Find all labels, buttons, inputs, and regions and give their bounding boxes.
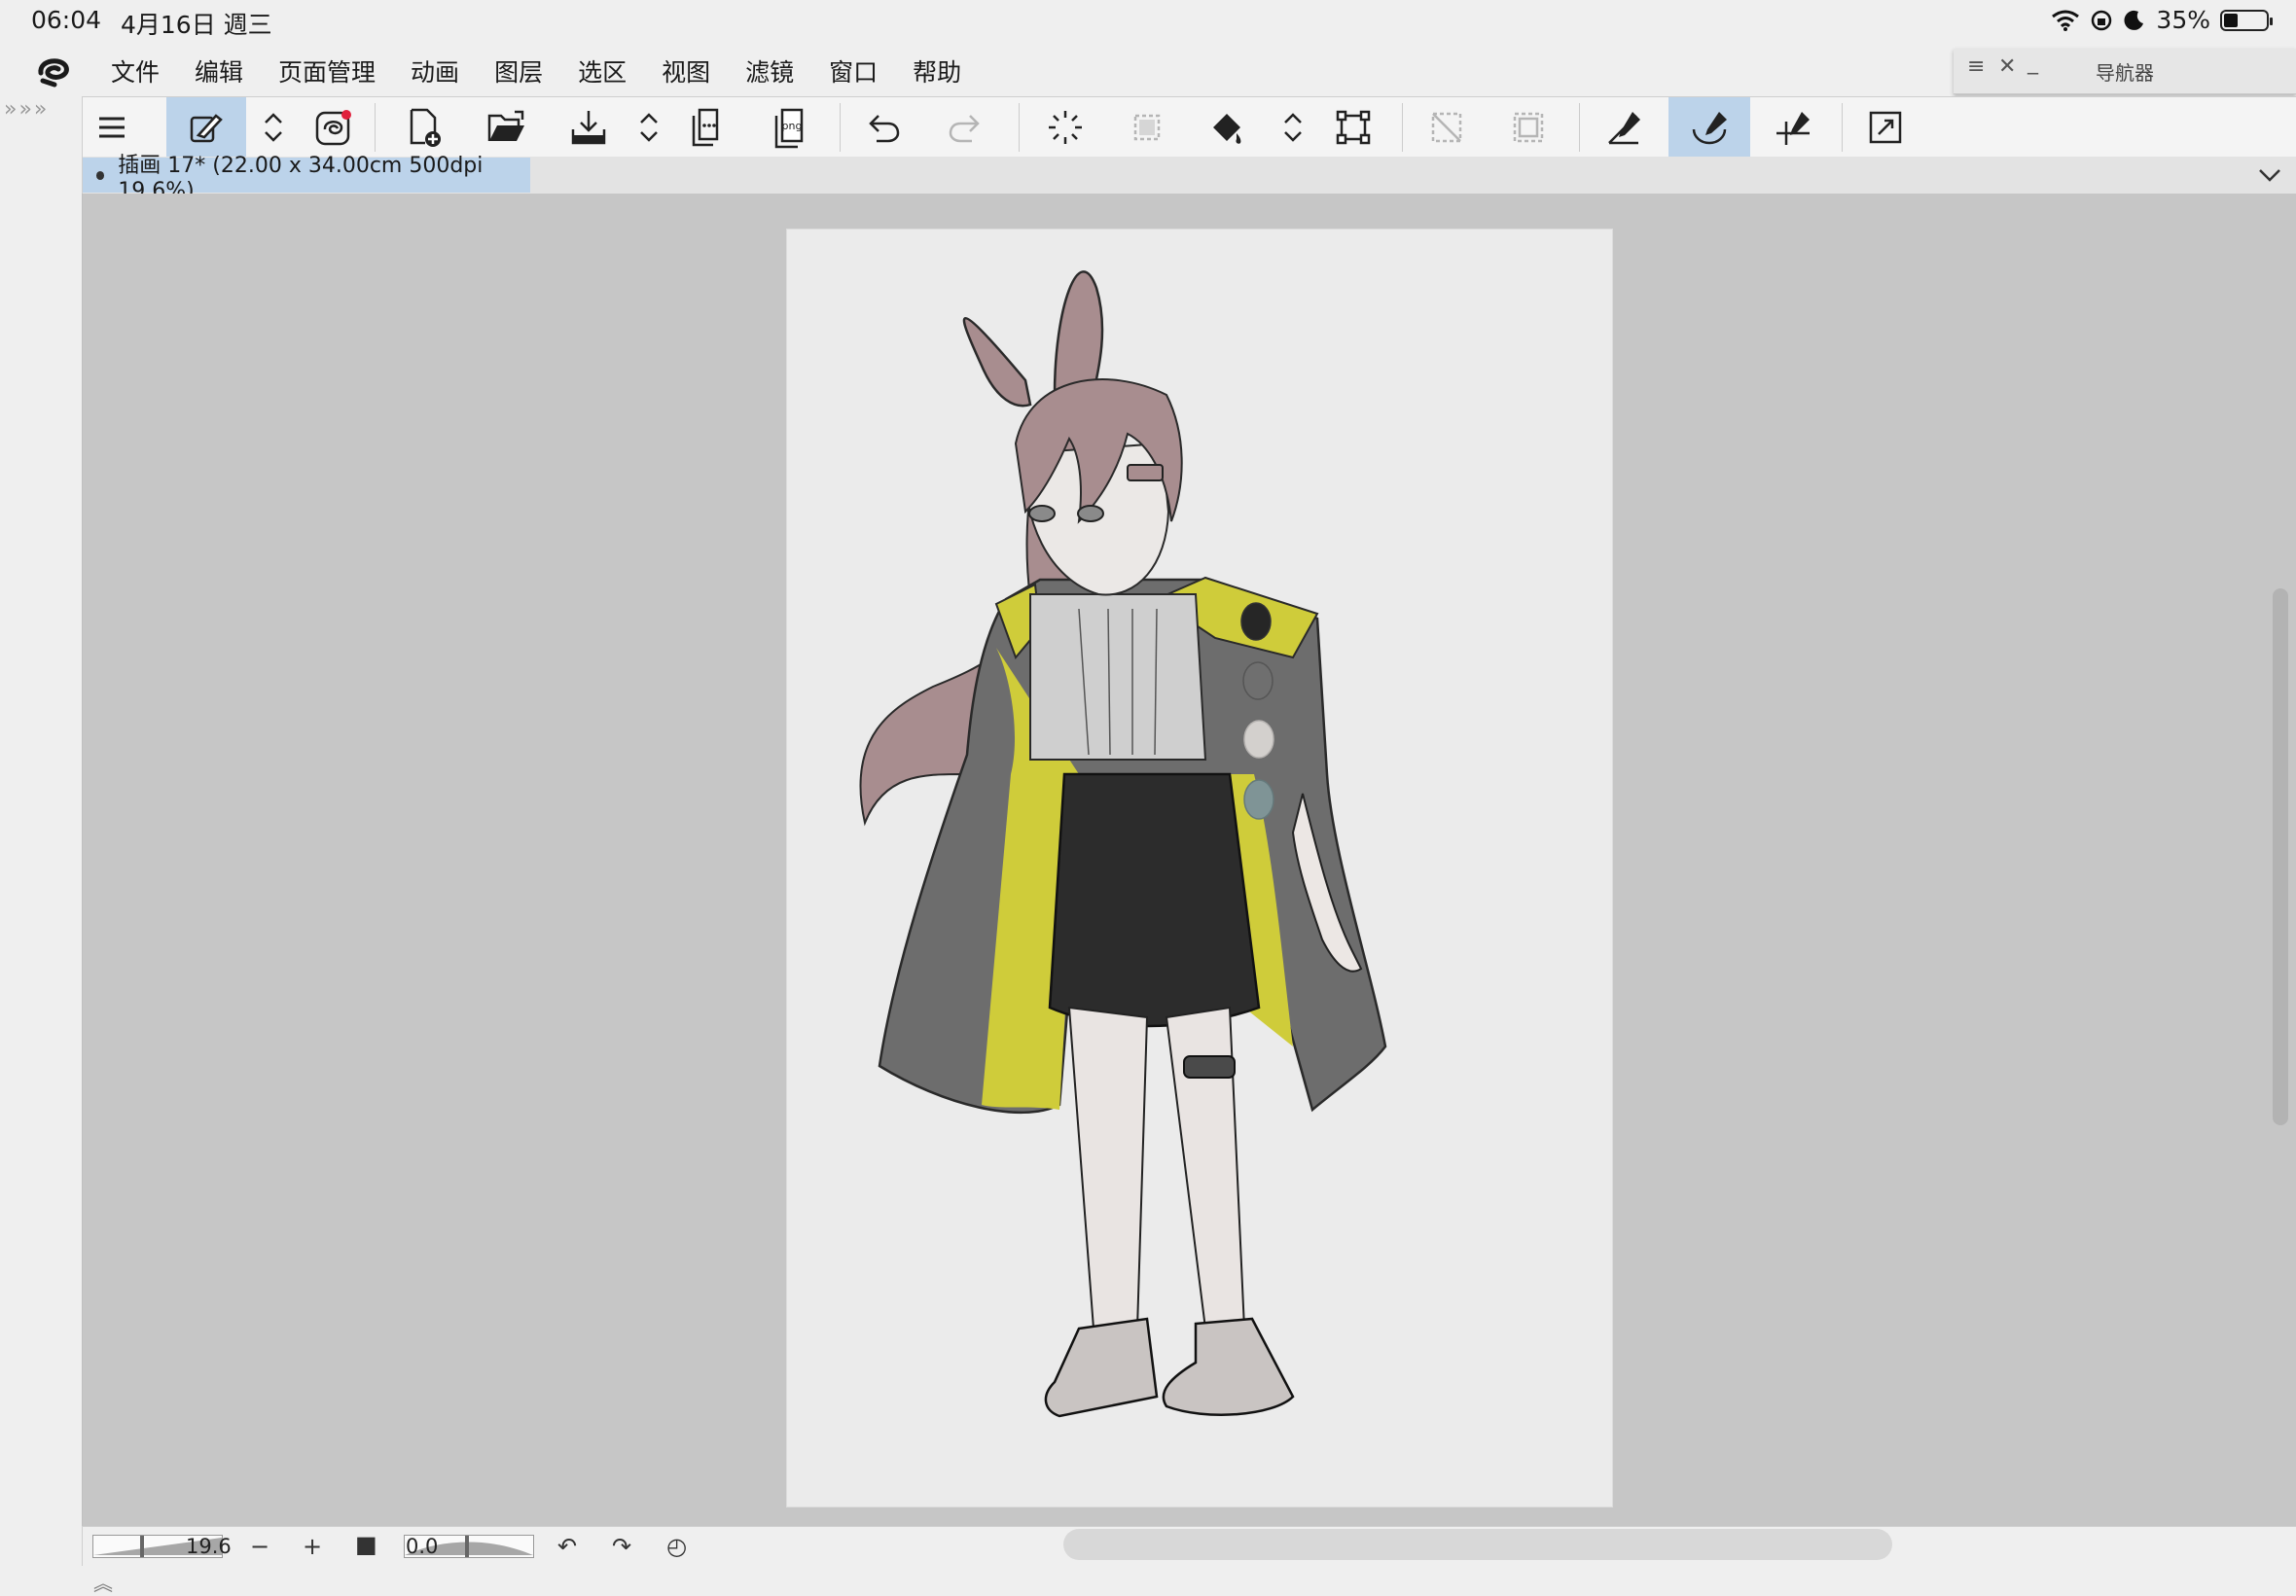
deselect-icon[interactable]: [1118, 97, 1176, 158]
special-ruler-icon[interactable]: [1668, 97, 1750, 158]
battery-percent: 35%: [2156, 6, 2210, 34]
navigator-panel: ≡ ✕ _ 导航器: [1954, 49, 2296, 94]
palette-swatch-dark: [1240, 602, 1272, 641]
export-pages-icon[interactable]: [680, 97, 738, 158]
orientation-lock-icon: [2092, 10, 2112, 30]
character-illustration: [859, 270, 1387, 1418]
menu-layer[interactable]: 图层: [494, 53, 543, 89]
panel-menu-icon[interactable]: ≡: [1967, 54, 1985, 79]
zoom-out-button[interactable]: −: [250, 1533, 269, 1560]
fullscreen-icon[interactable]: [1855, 97, 1916, 158]
status-right-group: 35%: [2051, 6, 2273, 34]
crop-icon[interactable]: [1499, 97, 1558, 158]
shoe-right: [1162, 1317, 1295, 1416]
reset-rotation-icon[interactable]: ◴: [666, 1533, 687, 1560]
chevron-up-icon[interactable]: ︽: [93, 1568, 113, 1596]
ruler-snap-icon[interactable]: [1593, 97, 1655, 158]
menu-window[interactable]: 窗口: [829, 53, 878, 89]
close-icon[interactable]: ✕: [1998, 54, 2016, 79]
modified-dot-icon: [96, 170, 105, 180]
menu-view[interactable]: 视图: [662, 53, 710, 89]
rotation-value: 0.0: [406, 1535, 439, 1558]
bunny-ear-left: [962, 317, 1032, 408]
fill-icon[interactable]: [1200, 97, 1258, 158]
palette-swatch-gray: [1242, 661, 1274, 700]
battery-icon: [2220, 9, 2273, 31]
fit-screen-icon[interactable]: ■: [355, 1531, 377, 1558]
status-time: 06:04: [31, 6, 102, 34]
clip-studio-logo-icon[interactable]: [27, 52, 86, 90]
document-tab-bar: 插画 17* (22.00 x 34.00cm 500dpi 19.6%): [82, 154, 2296, 203]
clear-selection-icon[interactable]: [1417, 97, 1476, 158]
document-tab[interactable]: 插画 17* (22.00 x 34.00cm 500dpi 19.6%): [83, 154, 530, 203]
zoom-value: 19.6: [186, 1535, 232, 1558]
canvas-paper[interactable]: [786, 229, 1613, 1507]
wifi-icon: [2052, 10, 2080, 31]
select-all-icon[interactable]: [1036, 97, 1094, 158]
rotate-right-icon[interactable]: ↷: [612, 1533, 631, 1560]
menu-bar: 文件 编辑 页面管理 动画 图层 选区 视图 滤镜 窗口 帮助: [0, 49, 1955, 93]
status-bar: 06:04 4月16日 週三 35%: [0, 0, 2296, 47]
vertical-scroll-thumb[interactable]: [2273, 588, 2288, 1125]
skirt: [1048, 772, 1261, 1028]
rotate-left-icon[interactable]: ↶: [557, 1533, 577, 1560]
export-png-icon[interactable]: png: [762, 97, 826, 158]
horizontal-scrollbar[interactable]: [1063, 1529, 1892, 1560]
redo-icon[interactable]: [935, 97, 993, 158]
transform-icon[interactable]: [1324, 97, 1382, 158]
palette-swatch-teal: [1243, 779, 1274, 820]
png-label: png: [782, 120, 803, 132]
palette-swatch-light: [1243, 720, 1274, 759]
chevron-down-icon[interactable]: [2256, 160, 2283, 188]
menu-help[interactable]: 帮助: [913, 53, 961, 89]
save-icon[interactable]: [559, 97, 618, 158]
menu-animation[interactable]: 动画: [411, 53, 459, 89]
menu-edit[interactable]: 编辑: [195, 53, 243, 89]
undo-icon[interactable]: [855, 97, 914, 158]
shoe-left: [1044, 1317, 1159, 1418]
left-panel-collapse-icon[interactable]: »»»: [0, 97, 86, 132]
menu-file[interactable]: 文件: [111, 53, 160, 89]
menu-selection[interactable]: 选区: [578, 53, 627, 89]
up-down-arrows-icon[interactable]: [1272, 97, 1314, 158]
moon-icon: [2124, 10, 2144, 30]
up-down-arrows-icon[interactable]: [628, 97, 670, 158]
menu-page-management[interactable]: 页面管理: [278, 53, 376, 89]
grid-snap-icon[interactable]: [1762, 97, 1824, 158]
top-shirt: [1029, 593, 1207, 761]
navigator-title: 导航器: [2096, 61, 2154, 85]
minimize-icon[interactable]: _: [2027, 51, 2038, 75]
menu-filter[interactable]: 滤镜: [745, 53, 794, 89]
zoom-in-button[interactable]: +: [303, 1533, 322, 1560]
status-date: 4月16日 週三: [121, 11, 272, 39]
